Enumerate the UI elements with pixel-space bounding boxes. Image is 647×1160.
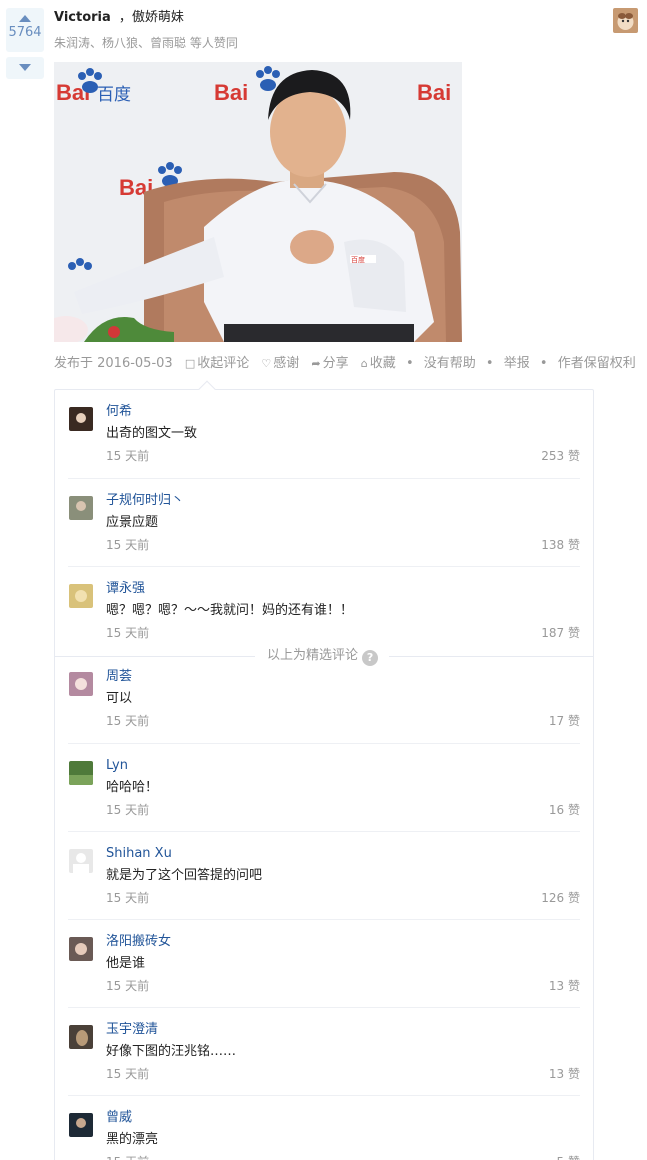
separator-dot: • bbox=[539, 356, 548, 371]
comment-likes[interactable]: 138 赞 bbox=[541, 535, 580, 555]
copyright-notice: 作者保留权利 bbox=[557, 356, 636, 371]
share-label: 分享 bbox=[322, 356, 349, 371]
collapse-comments-button[interactable]: □ 收起评论 bbox=[185, 354, 249, 374]
comment-text: 应景应题 bbox=[106, 515, 159, 530]
comment-time: 15 天前 bbox=[106, 891, 150, 905]
comment-item: Shihan Xu 就是为了这个回答提的问吧 15 天前 126 赞 bbox=[68, 831, 580, 919]
comment-avatar[interactable] bbox=[69, 937, 93, 961]
comments-panel: 何希 出奇的图文一致 15 天前 253 赞 子规何时归丶 应景应题 15 天前… bbox=[54, 380, 594, 1160]
comment-time: 15 天前 bbox=[106, 714, 150, 728]
comment-text: 嗯？嗯？嗯？～～我就问！妈的还有谁！！ bbox=[106, 603, 354, 618]
collapse-comments-label: 收起评论 bbox=[197, 356, 250, 371]
comment-likes[interactable]: 187 赞 bbox=[541, 623, 580, 643]
comment-avatar[interactable] bbox=[69, 761, 93, 785]
answer-meta: 发布于 2016-05-03 □ 收起评论 ♡ 感谢 ➦ 分享 ⌂ 收藏 • 没有帮助 … bbox=[54, 354, 636, 374]
downvote-icon bbox=[19, 64, 31, 71]
separator-dot: • bbox=[405, 356, 414, 371]
comment-likes[interactable]: 126 赞 bbox=[541, 888, 580, 908]
comment-time: 15 天前 bbox=[106, 626, 150, 640]
vote-count: 5764 bbox=[8, 25, 42, 40]
comment-text: 可以 bbox=[106, 691, 133, 706]
answer-author: Victoria ，傲娇萌妹 bbox=[54, 9, 184, 27]
comment-text: 哈哈哈！ bbox=[106, 780, 159, 795]
share-icon: ➦ bbox=[311, 357, 321, 370]
comment-item: 子规何时归丶 应景应题 15 天前 138 赞 bbox=[68, 478, 580, 566]
comment-avatar[interactable] bbox=[69, 849, 93, 873]
comment-author[interactable]: 洛阳搬砖女 bbox=[106, 932, 171, 952]
comment-likes[interactable]: 17 赞 bbox=[549, 711, 580, 731]
comment-item: Lyn 哈哈哈！ 15 天前 16 赞 bbox=[68, 743, 580, 831]
shirt-badge: 百度 bbox=[351, 255, 365, 264]
comment-item: 曾威 黑的漂亮 15 天前 5 赞 bbox=[68, 1095, 580, 1160]
vote-widget: 5764 bbox=[6, 8, 44, 79]
upvote-button[interactable]: 5764 bbox=[6, 8, 44, 52]
answer-image: Bai Bai Bai Bai 百度 百度 bbox=[54, 62, 462, 342]
comment-author[interactable]: 谭永强 bbox=[106, 579, 145, 599]
backdrop-logo-cn: 百度 bbox=[97, 85, 131, 105]
comment-author[interactable]: Lyn bbox=[106, 756, 128, 776]
heart-icon: ♡ bbox=[261, 357, 272, 370]
comment-text: 他是谁 bbox=[106, 956, 146, 971]
comment-likes[interactable]: 13 赞 bbox=[549, 1064, 580, 1084]
author-name[interactable]: Victoria bbox=[54, 10, 111, 25]
no-help-button[interactable]: 没有帮助 bbox=[424, 354, 476, 374]
comment-icon: □ bbox=[184, 357, 196, 370]
voters-summary[interactable]: 朱润涛、杨八狼、曾雨聪 等人赞同 bbox=[54, 34, 238, 52]
comment-avatar[interactable] bbox=[69, 672, 93, 696]
comment-author[interactable]: 曾威 bbox=[106, 1108, 132, 1128]
comment-time: 15 天前 bbox=[106, 1152, 149, 1160]
backdrop-logo-text: Bai bbox=[417, 80, 451, 105]
comment-avatar[interactable] bbox=[69, 407, 93, 431]
favorite-label: 收藏 bbox=[369, 356, 396, 371]
author-bio: ，傲娇萌妹 bbox=[118, 10, 184, 25]
comment-author[interactable]: 玉宇澄清 bbox=[106, 1020, 158, 1040]
author-avatar[interactable] bbox=[613, 8, 638, 33]
comment-item: 谭永强 嗯？嗯？嗯？～～我就问！妈的还有谁！！ 15 天前 187 赞 bbox=[68, 566, 580, 654]
comment-author[interactable]: 周荟 bbox=[106, 667, 132, 687]
comment-avatar[interactable] bbox=[69, 1113, 93, 1137]
thanks-label: 感谢 bbox=[273, 356, 300, 371]
comment-likes[interactable]: 16 赞 bbox=[549, 800, 580, 820]
comment-likes[interactable]: 13 赞 bbox=[549, 976, 580, 996]
publish-date[interactable]: 发布于 2016-05-03 bbox=[54, 354, 173, 374]
share-button[interactable]: ➦ 分享 bbox=[311, 354, 348, 374]
favorite-button[interactable]: ⌂ 收藏 bbox=[361, 354, 396, 374]
comment-author[interactable]: 何希 bbox=[106, 402, 132, 422]
comment-text: 黑的漂亮 bbox=[106, 1132, 159, 1147]
comment-time: 15 天前 bbox=[106, 979, 150, 993]
comment-item: 周荟 可以 15 天前 17 赞 bbox=[68, 655, 580, 743]
comment-text: 好像下图的汪兆铭…… bbox=[106, 1044, 237, 1059]
comment-time: 15 天前 bbox=[106, 449, 150, 463]
comment-time: 15 天前 bbox=[106, 1067, 150, 1081]
comment-item: 玉宇澄清 好像下图的汪兆铭…… 15 天前 13 赞 bbox=[68, 1007, 580, 1095]
report-button[interactable]: 举报 bbox=[504, 354, 530, 374]
downvote-button[interactable] bbox=[6, 57, 44, 79]
comment-avatar[interactable] bbox=[69, 1025, 93, 1049]
comment-likes[interactable]: 253 赞 bbox=[541, 446, 580, 466]
upvote-icon bbox=[19, 15, 31, 22]
comment-avatar[interactable] bbox=[69, 496, 93, 520]
comment-author[interactable]: 子规何时归丶 bbox=[106, 491, 184, 511]
comment-item: 洛阳搬砖女 他是谁 15 天前 13 赞 bbox=[68, 919, 580, 1007]
comment-item: 何希 出奇的图文一致 15 天前 253 赞 bbox=[68, 390, 580, 478]
backdrop-logo-text: Bai bbox=[214, 80, 248, 105]
comment-likes[interactable]: 5 赞 bbox=[557, 1152, 580, 1160]
thanks-button[interactable]: ♡ 感谢 bbox=[261, 354, 299, 374]
comment-text: 出奇的图文一致 bbox=[106, 426, 198, 441]
separator-dot: • bbox=[485, 356, 494, 371]
comment-avatar[interactable] bbox=[69, 584, 93, 608]
comment-text: 就是为了这个回答提的问吧 bbox=[106, 868, 263, 883]
comment-time: 15 天前 bbox=[106, 803, 150, 817]
comment-time: 15 天前 bbox=[106, 538, 150, 552]
bookmark-icon: ⌂ bbox=[360, 357, 368, 370]
comment-author[interactable]: Shihan Xu bbox=[106, 844, 172, 864]
